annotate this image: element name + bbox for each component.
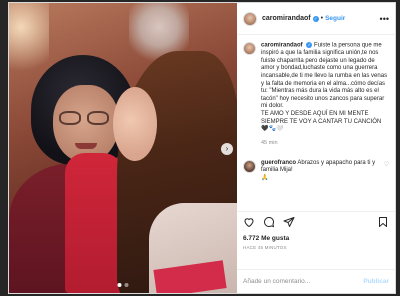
comment-heart-icon[interactable]: ♡: [384, 161, 389, 183]
post-username[interactable]: caromirandaof: [262, 15, 311, 22]
bookmark-icon[interactable]: [377, 215, 389, 233]
post-modal: › caromirandaof ✓ • Seguir ••• caromiran…: [8, 2, 396, 294]
comment-input[interactable]: [243, 278, 364, 285]
caption-text: caromirandaof ✓ Fuiste la persona que me…: [261, 42, 389, 134]
likes-count[interactable]: 6.772 Me gusta: [243, 235, 389, 242]
photo-face-woman: [113, 87, 157, 161]
caption: caromirandaof ✓ Fuiste la persona que me…: [243, 42, 389, 146]
caption-extra: TE AMO Y DESDE AQUÍ EN MI MENTE SIEMPRE …: [261, 110, 382, 133]
comment-avatar[interactable]: [243, 159, 256, 173]
comment-icon[interactable]: [263, 215, 275, 233]
list-item: guerofranco Abrazos y apapacho para ti y…: [243, 159, 389, 183]
comments-section: caromirandaof ✓ Fuiste la persona que me…: [237, 35, 395, 211]
caption-username[interactable]: caromirandaof: [261, 43, 303, 49]
viewer-backdrop: › caromirandaof ✓ • Seguir ••• caromiran…: [0, 0, 400, 296]
comment-username[interactable]: guerofranco: [261, 160, 296, 166]
caption-avatar[interactable]: [243, 42, 256, 55]
follow-button[interactable]: Seguir: [325, 15, 345, 22]
post-actions: 6.772 Me gusta HACE 45 MINUTOS: [237, 211, 395, 269]
separator-dot: •: [320, 15, 324, 22]
post-side-panel: caromirandaof ✓ • Seguir ••• caromiranda…: [237, 3, 395, 293]
avatar[interactable]: [243, 11, 257, 26]
verified-icon: ✓: [306, 42, 313, 48]
photo-glasses-left: [59, 111, 81, 125]
carousel-dot-active: [117, 283, 122, 287]
caption-body: Fuiste la persona que me inspiró a que l…: [261, 42, 388, 110]
action-icons: [243, 215, 389, 233]
comment-text: guerofranco Abrazos y apapacho para ti y…: [261, 160, 379, 183]
share-icon[interactable]: [283, 215, 295, 233]
post-timestamp: HACE 45 MINUTOS: [243, 245, 287, 250]
heart-icon[interactable]: [243, 215, 255, 233]
post-photo[interactable]: ›: [9, 3, 237, 293]
photo-smile: [75, 143, 97, 149]
add-comment-bar: Publicar: [237, 269, 395, 293]
verified-icon: ✓: [312, 15, 319, 22]
next-arrow-icon[interactable]: ›: [221, 143, 233, 155]
photo-lamp-glow: [9, 3, 49, 83]
comment-emoji: 🙏: [261, 174, 269, 181]
more-icon[interactable]: •••: [380, 14, 389, 24]
carousel-indicator: [117, 283, 129, 287]
publish-button[interactable]: Publicar: [363, 278, 389, 285]
photo-scarf: [65, 153, 123, 293]
caption-time: 45 min: [261, 139, 278, 146]
photo-glasses-right: [87, 111, 109, 125]
post-header: caromirandaof ✓ • Seguir •••: [237, 3, 395, 35]
carousel-dot: [124, 283, 129, 287]
